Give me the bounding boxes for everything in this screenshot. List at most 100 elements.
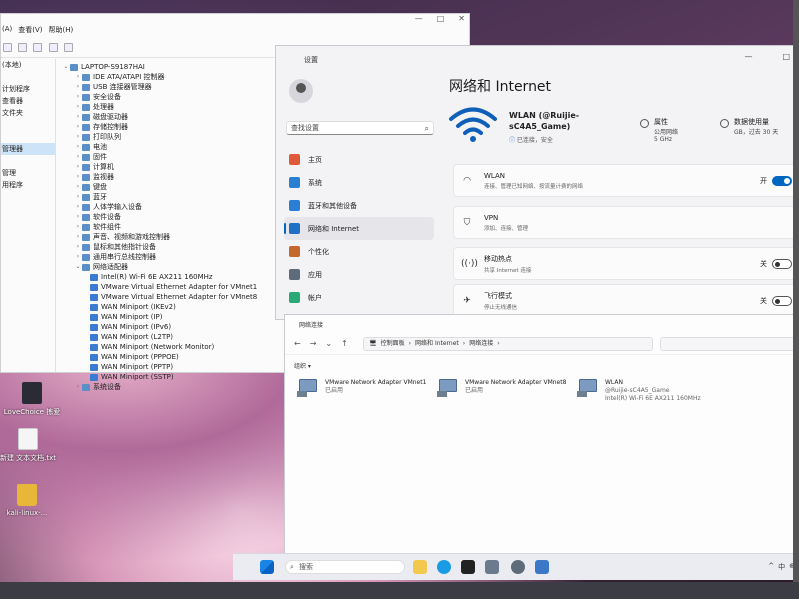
chevron-right-icon[interactable]: › — [74, 172, 82, 182]
settings-gear-icon[interactable] — [511, 560, 525, 574]
tree-node[interactable]: WAN Miniport (SSTP) — [62, 372, 257, 382]
left-pane-item[interactable]: 用程序 — [1, 179, 55, 191]
chevron-right-icon[interactable]: › — [74, 92, 82, 102]
toolbar-scan-icon[interactable] — [63, 43, 73, 52]
breadcrumb-network[interactable]: 网络和 Internet — [415, 338, 459, 350]
left-pane-item[interactable] — [1, 119, 55, 131]
left-pane-item[interactable] — [1, 155, 55, 167]
breadcrumb-control-panel[interactable]: 控制面板 — [381, 338, 405, 350]
tree-node[interactable]: › 蓝牙 — [62, 192, 257, 202]
settings-nav-item[interactable]: 帐户 — [284, 286, 434, 309]
settings-nav-item[interactable]: 系统 — [284, 171, 434, 194]
settings-card-wifi[interactable]: ◠ WLAN 连接、管理已知网络、按流量计费的网络 开 — [453, 164, 797, 197]
tree-node[interactable]: WAN Miniport (L2TP) — [62, 332, 257, 342]
settings-nav-item[interactable]: 主页 — [284, 148, 434, 171]
toggle-switch[interactable] — [772, 296, 792, 306]
settings-card-plane[interactable]: ✈ 飞行模式 停止无线通信 关 — [453, 284, 797, 317]
chevron-right-icon[interactable]: › — [74, 132, 82, 142]
chevron-right-icon[interactable]: › — [74, 212, 82, 222]
chevron-right-icon[interactable]: › — [74, 142, 82, 152]
network-window-icon[interactable] — [535, 560, 549, 574]
chevron-right-icon[interactable]: › — [74, 112, 82, 122]
tree-node[interactable]: › 键盘 — [62, 182, 257, 192]
tree-node[interactable]: › 软件组件 — [62, 222, 257, 232]
tree-node[interactable]: › 鼠标和其他指针设备 — [62, 242, 257, 252]
properties-link[interactable]: 属性 公用网络 5 GHz — [640, 117, 678, 143]
left-pane-item[interactable]: 计划程序 — [1, 83, 55, 95]
settings-nav-item[interactable]: 个性化 — [284, 240, 434, 263]
tree-node[interactable]: › USB 连接器管理器 — [62, 82, 257, 92]
dropdown-icon[interactable]: ⌄ — [325, 339, 332, 348]
toggle-switch[interactable] — [772, 259, 792, 269]
tree-node[interactable]: › 人体学输入设备 — [62, 202, 257, 212]
tree-node[interactable]: › 磁盘驱动器 — [62, 112, 257, 122]
tree-node[interactable]: VMware Virtual Ethernet Adapter for VMne… — [62, 282, 257, 292]
tree-node[interactable]: › 存储控制器 — [62, 122, 257, 132]
settings-search-input[interactable]: 查找设置 ⌕ — [286, 121, 434, 135]
tree-node[interactable]: › 安全设备 — [62, 92, 257, 102]
tray-overflow-icon[interactable]: ^ — [768, 562, 774, 572]
tree-node[interactable]: › 系统设备 — [62, 382, 257, 392]
toolbar-help-icon[interactable] — [48, 43, 58, 52]
desktop-icon-kali-folder[interactable]: kali-linux-... — [0, 484, 57, 517]
chevron-right-icon[interactable]: › — [74, 82, 82, 92]
chevron-right-icon[interactable]: › — [74, 202, 82, 212]
minimize-icon[interactable]: — — [415, 14, 423, 23]
menu-view[interactable]: 查看(V) — [18, 25, 42, 35]
start-icon[interactable] — [260, 560, 274, 574]
tree-node[interactable]: › 固件 — [62, 152, 257, 162]
minimize-icon[interactable]: — — [744, 52, 752, 61]
tree-node[interactable]: WAN Miniport (IKEv2) — [62, 302, 257, 312]
left-pane-item[interactable]: 查看器 — [1, 95, 55, 107]
tree-node[interactable]: › 通用串行总线控制器 — [62, 252, 257, 262]
data-usage-link[interactable]: 数据使用量 GB，过去 30 天 — [720, 117, 778, 136]
toolbar-back-icon[interactable] — [3, 43, 12, 52]
settings-nav-item[interactable]: 应用 — [284, 263, 434, 286]
tree-node[interactable]: WAN Miniport (Network Monitor) — [62, 342, 257, 352]
chevron-right-icon[interactable]: › — [74, 232, 82, 242]
network-adapter-item[interactable]: WLAN @Ruijie-sC4A5_Game Intel(R) Wi-Fi 6E … — [577, 379, 725, 403]
tree-node[interactable]: ⌄ LAPTOP-S9187HAI — [62, 62, 257, 72]
tree-node[interactable]: › IDE ATA/ATAPI 控制器 — [62, 72, 257, 82]
left-pane-item[interactable]: 文件夹 — [1, 107, 55, 119]
chevron-right-icon[interactable]: › — [74, 382, 82, 392]
maximize-icon[interactable]: □ — [782, 52, 790, 61]
tree-node[interactable]: WAN Miniport (PPTP) — [62, 362, 257, 372]
chevron-right-icon[interactable]: › — [74, 72, 82, 82]
left-pane-item[interactable] — [1, 131, 55, 143]
taskbar-search-input[interactable]: ⌕ 搜索 — [285, 560, 405, 574]
maximize-icon[interactable]: □ — [437, 14, 445, 23]
tree-node[interactable]: WAN Miniport (IPv6) — [62, 322, 257, 332]
tree-node[interactable]: › 计算机 — [62, 162, 257, 172]
desktop-icon-text-file[interactable]: 新建 文本文档.txt — [0, 428, 58, 463]
chevron-right-icon[interactable]: › — [74, 102, 82, 112]
back-arrow-icon[interactable]: ← — [294, 339, 301, 348]
tree-node[interactable]: › 处理器 — [62, 102, 257, 112]
tree-node[interactable]: WAN Miniport (PPPOE) — [62, 352, 257, 362]
toolbar-forward-icon[interactable] — [18, 43, 28, 52]
chevron-right-icon[interactable]: › — [74, 222, 82, 232]
chevron-right-icon[interactable]: › — [74, 242, 82, 252]
menu-action[interactable]: (A) — [2, 25, 12, 35]
network-adapter-item[interactable]: VMware Network Adapter VMnet1 已启用 — [297, 379, 445, 397]
network-adapter-item[interactable]: VMware Network Adapter VMnet8 已启用 — [437, 379, 585, 397]
app-icon[interactable] — [485, 560, 499, 574]
toggle-switch[interactable] — [772, 176, 792, 186]
ime-indicator[interactable]: 中 — [778, 562, 785, 572]
tree-node[interactable]: ⌄ 网络适配器 — [62, 262, 257, 272]
edge-icon[interactable] — [437, 560, 451, 574]
tree-node[interactable]: › 打印队列 — [62, 132, 257, 142]
tree-node[interactable]: › 软件设备 — [62, 212, 257, 222]
tree-node[interactable]: Intel(R) Wi-Fi 6E AX211 160MHz — [62, 272, 257, 282]
tree-node[interactable]: › 电池 — [62, 142, 257, 152]
settings-card-shield[interactable]: ⛉ VPN 添加、连接、管理 — [453, 206, 797, 239]
tree-node[interactable]: WAN Miniport (IP) — [62, 312, 257, 322]
tree-node[interactable]: › 监视器 — [62, 172, 257, 182]
toolbar-properties-icon[interactable] — [33, 43, 43, 52]
settings-nav-item[interactable]: 蓝牙和其他设备 — [284, 194, 434, 217]
organize-menu[interactable]: 组织 ▾ — [294, 361, 311, 370]
tree-node[interactable]: VMware Virtual Ethernet Adapter for VMne… — [62, 292, 257, 302]
close-icon[interactable]: ✕ — [458, 14, 465, 23]
left-pane-item[interactable] — [1, 71, 55, 83]
settings-nav-item[interactable]: 网络和 Internet — [284, 217, 434, 240]
